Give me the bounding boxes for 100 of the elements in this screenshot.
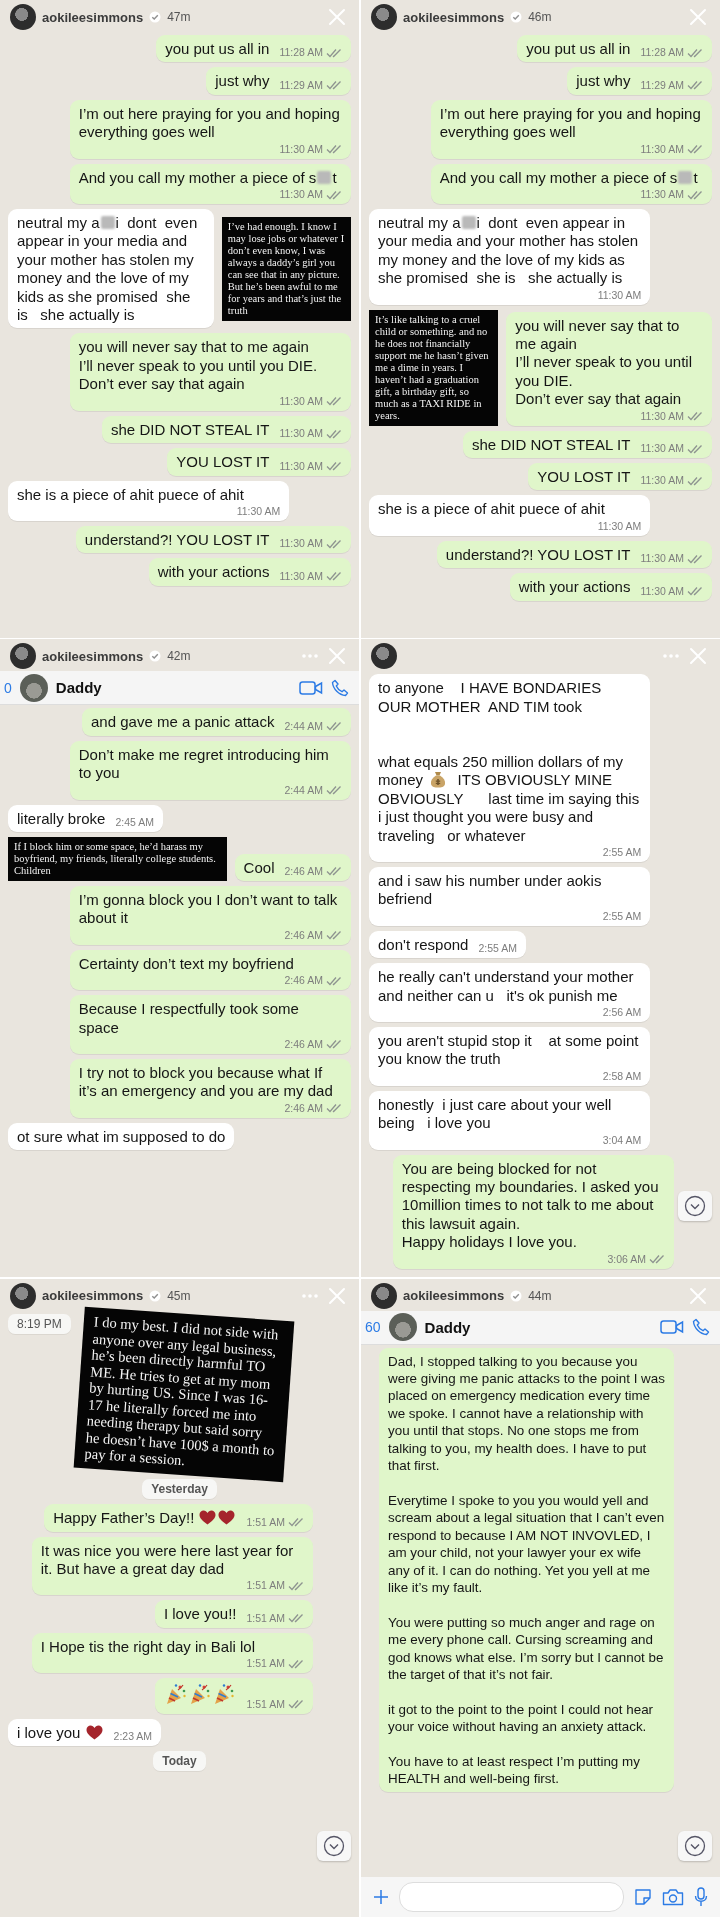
double-check-icon	[288, 1580, 304, 1591]
message-time: 1:51 AM	[246, 1579, 285, 1593]
verified-icon	[149, 650, 162, 663]
message-time: 2:46 AM	[284, 1101, 323, 1115]
message-time: 11:30 AM	[640, 442, 684, 456]
message-time: 1:51 AM	[246, 1697, 285, 1711]
story-age: 42m	[167, 649, 191, 664]
video-call-icon[interactable]	[299, 679, 323, 696]
message-text: honestly i just care about your well being i love you	[378, 1095, 613, 1133]
message-text: just why	[576, 72, 631, 91]
message-text: understand?! YOU LOST IT	[84, 530, 270, 550]
message-text: she DID NOT STEAL IT	[472, 435, 631, 455]
double-check-icon	[687, 553, 703, 564]
message-time: 2:55 AM	[602, 846, 642, 859]
message-time: 3:06 AM	[607, 1252, 646, 1266]
message-time: 11:30 AM	[279, 142, 323, 156]
double-check-icon	[326, 189, 342, 200]
message-time: 11:30 AM	[640, 584, 684, 598]
date-label: Yesterday	[142, 1479, 217, 1500]
plus-icon[interactable]	[373, 1888, 389, 1905]
message-time: 2:46 AM	[284, 974, 323, 988]
message-text: I try not to block you because what If it’s an emergency and you are my dad	[78, 1064, 334, 1101]
scroll-down-button[interactable]	[678, 1191, 712, 1222]
message-time: 11:30 AM	[279, 569, 323, 583]
video-call-icon[interactable]	[660, 1319, 684, 1336]
caption-note: I do my best. I did not side with anyone over any legal business, he’s been directly harmful TO ME. He tries to get at my mom by hurting US. Since I was 16-17 he literally forced me into needing therapy but said sorry he doesn’t have 100$ a month to pay for a session.	[73, 1306, 295, 1482]
message-time: 11:30 AM	[236, 504, 281, 518]
caption-note: I’ve had enough. I know I may lose jobs or whatever I don’t even know, I was always a daddy’s girl you can see that in any picture. But he’s been awful to me for years and that’s just the truth	[221, 216, 351, 321]
avatar	[371, 643, 397, 670]
contact-name: Daddy	[424, 1318, 471, 1336]
message-time: 2:56 AM	[602, 1006, 642, 1019]
message-time: 1:51 AM	[246, 1611, 285, 1625]
message-text: she is a piece of ahit puece of ahit	[378, 500, 605, 519]
message-time: 11:29 AM	[279, 78, 323, 92]
username: aokileesimmons	[42, 1288, 144, 1304]
contact-avatar	[388, 1313, 417, 1342]
double-check-icon	[687, 586, 703, 597]
message-time: 11:28 AM	[640, 46, 684, 60]
message-time: 2:58 AM	[602, 1069, 642, 1083]
message-text: Dad, I stopped talking to you because you were giving me panic attacks to the point I was placed on emergency medication every time we spoke. I cannot have a relationship with you until that stops. No one stops me from talking to you, my health does. I have to put that first. Everytime I spoke to you you would yell and scream about a legal situation that I can’t even respond to because I AM NOT INVOVLED, I am your child, not your lawyer your ex wife any of it. I can do nothing. Yet you yell at me like it’s my fault. You were putting so much anger and rage on me every phone call. Cursing screaming and god knows what else. I’m sorry but I cannot be the target of that it’s not fair. it got to the point to the point I could not hear your voice without having an anxiety attack. You have to at least respect I’m putting my HEALTH and well-being first.	[388, 1352, 665, 1788]
double-check-icon	[326, 866, 342, 877]
message-text: neutral my a i dont even appear in your media and your mother has stolen my money and the love of my kids as she promised she is she actually is	[378, 214, 640, 288]
avatar	[10, 1282, 36, 1309]
scroll-down-button[interactable]	[678, 1830, 712, 1861]
double-check-icon	[288, 1699, 304, 1710]
message-time: 11:30 AM	[640, 188, 684, 202]
avatar	[10, 643, 36, 670]
message-time: 11:30 AM	[279, 188, 323, 202]
message-text: I love you!!	[163, 1605, 237, 1624]
party-popper-icon	[213, 1683, 236, 1706]
double-check-icon	[288, 1517, 304, 1528]
camera-icon[interactable]	[662, 1887, 684, 1906]
message-time: 1:51 AM	[246, 1515, 285, 1529]
double-check-icon	[326, 975, 342, 986]
message-text: i love you	[17, 1723, 104, 1742]
double-check-icon	[687, 443, 703, 454]
double-check-icon	[326, 396, 342, 407]
double-check-icon	[326, 80, 342, 91]
double-check-icon	[326, 538, 342, 549]
username: aokileesimmons	[403, 9, 505, 25]
message-text: Certainty don’t text my boyfriend	[78, 954, 294, 974]
message-time: 11:30 AM	[640, 409, 684, 423]
double-check-icon	[687, 80, 703, 91]
heart-icon	[85, 1724, 103, 1740]
message-time: 11:30 AM	[597, 288, 642, 302]
message-text: Happy Father’s Day!!	[53, 1509, 237, 1528]
message-time: 3:04 AM	[602, 1133, 642, 1147]
message-time: 2:23 AM	[113, 1730, 153, 1743]
double-check-icon	[326, 721, 342, 732]
message-time: 11:30 AM	[279, 427, 323, 441]
heart-icon	[218, 1510, 236, 1526]
message-time: 11:30 AM	[279, 394, 323, 408]
message-text: don't respond	[378, 935, 469, 955]
message-text: neutral my a i dont even appear in your media and your mother has stolen my money and the love of my kids as she promised she is she actually is	[17, 214, 199, 325]
contact-name: Daddy	[55, 679, 102, 697]
message-time: 2:46 AM	[284, 864, 323, 878]
message-text: she DID NOT STEAL IT	[111, 420, 270, 440]
message-text: and gave me a panic attack	[91, 713, 275, 732]
message-text: I’m out here praying for you and hoping everything goes well	[78, 104, 341, 142]
message-input[interactable]	[399, 1881, 624, 1912]
message-text: and i saw his number under aokis befriend	[378, 872, 603, 909]
sticker-icon[interactable]	[634, 1887, 652, 1906]
message-text: you will never say that to me again I’ll never speak to you until you DIE. Don’t ever say that again	[78, 338, 318, 394]
message-text: I’m out here praying for you and hoping everything goes well	[439, 104, 702, 142]
story-age: 46m	[528, 10, 552, 24]
microphone-icon[interactable]	[694, 1886, 708, 1907]
message-time: 2:55 AM	[602, 909, 642, 923]
double-check-icon	[649, 1254, 665, 1265]
scroll-down-button[interactable]	[317, 1830, 351, 1861]
avatar	[371, 4, 397, 30]
story-age: 47m	[167, 10, 191, 24]
verified-icon	[149, 11, 162, 23]
message-time: 11:30 AM	[640, 552, 684, 566]
phone-icon[interactable]	[331, 678, 349, 697]
double-check-icon	[326, 461, 342, 471]
message-time: 11:30 AM	[597, 519, 642, 533]
message-text: literally broke	[17, 809, 106, 828]
phone-icon[interactable]	[692, 1318, 710, 1337]
username: aokileesimmons	[42, 9, 144, 25]
message-text: he really can't understand your mother and neither can u it's ok punish me	[378, 968, 634, 1005]
